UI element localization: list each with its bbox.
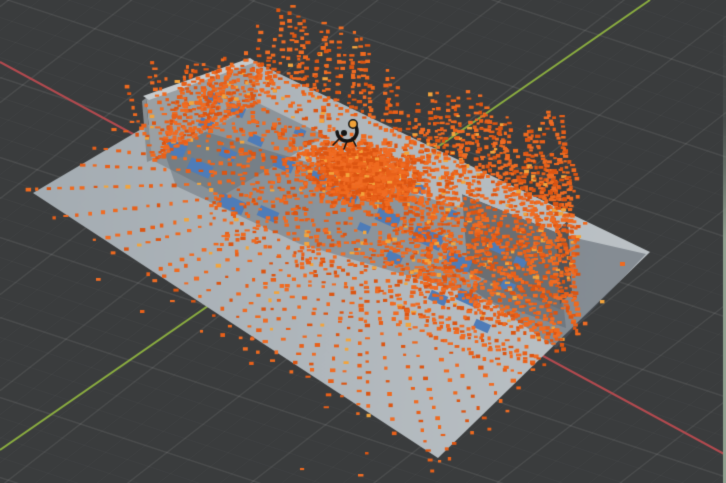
scene-canvas[interactable] — [0, 0, 726, 483]
3d-viewport[interactable] — [0, 0, 726, 483]
